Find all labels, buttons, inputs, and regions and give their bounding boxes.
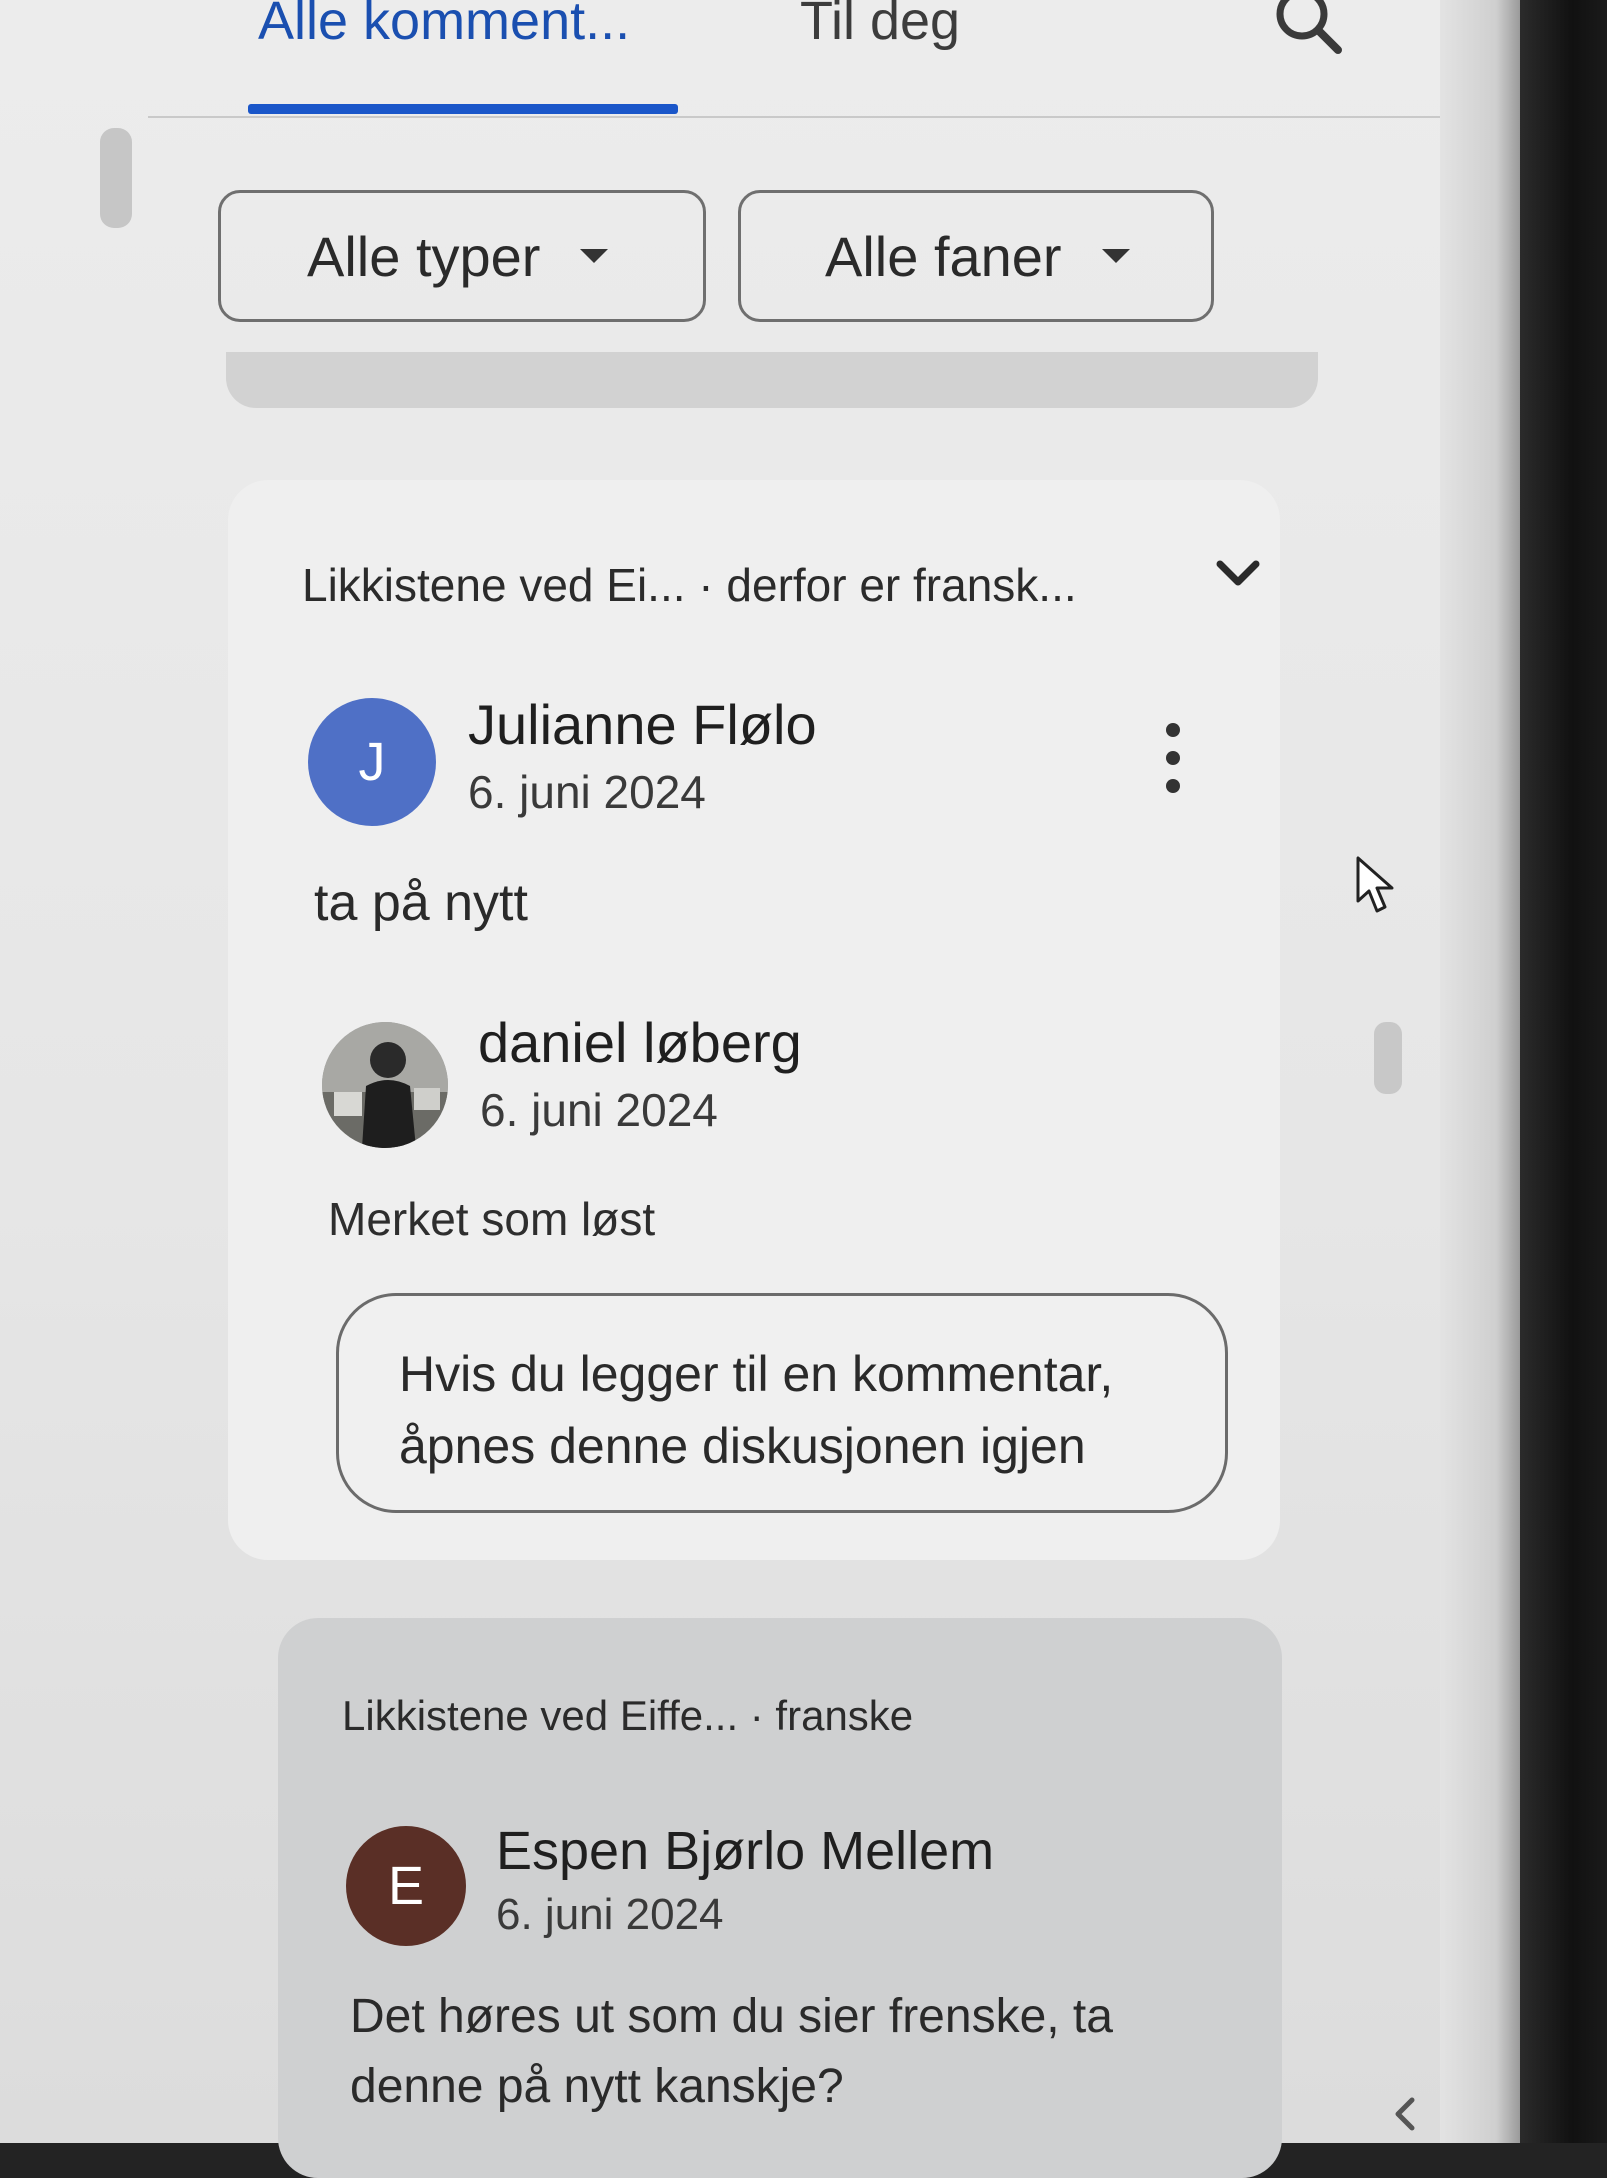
reply-placeholder-line2: åpnes denne diskusjonen igjen: [399, 1418, 1086, 1474]
comment-author: Espen Bjørlo Mellem: [496, 1821, 995, 1881]
comment-thread-card[interactable]: Likkistene ved Eiffe... · franske E Espe…: [278, 1618, 1282, 2178]
filter-tabs-dropdown[interactable]: Alle faner: [738, 190, 1214, 322]
comment-thread-card[interactable]: Likkistene ved Ei... · derfor er fransk.…: [228, 480, 1280, 1560]
tab-for-you[interactable]: Til deg: [800, 0, 960, 52]
panel-scroll-handle[interactable]: [100, 128, 132, 228]
comment-author: Julianne Flølo: [468, 693, 817, 756]
comment-text: Det høres ut som du sier frenske, ta den…: [350, 1982, 1250, 2122]
thread-title: Likkistene ved Eiffe... · franske: [342, 1692, 914, 1739]
comment-text-line2: denne på nytt kanskje?: [350, 2060, 844, 2113]
active-tab-indicator: [248, 104, 678, 114]
reply-placeholder-line1: Hvis du legger til en kommentar,: [399, 1346, 1114, 1402]
reply-input[interactable]: Hvis du legger til en kommentar, åpnes d…: [336, 1293, 1228, 1513]
avatar: E: [346, 1826, 466, 1946]
previous-card-edge: [226, 352, 1318, 408]
comment-date: 6. juni 2024: [480, 1084, 718, 1136]
search-icon[interactable]: [1268, 0, 1348, 60]
thread-title: Likkistene ved Ei... · derfor er fransk.…: [302, 559, 1077, 611]
chevron-left-icon[interactable]: [1382, 2090, 1430, 2138]
comment-date: 6. juni 2024: [468, 766, 706, 818]
cursor-icon: [1356, 856, 1394, 913]
avatar-initial: J: [358, 732, 386, 792]
profile-photo: [322, 1022, 448, 1148]
resolved-status: Merket som løst: [328, 1193, 656, 1245]
filter-types-label: Alle typer: [307, 224, 541, 288]
tab-all-comments[interactable]: Alle komment...: [258, 0, 630, 52]
device-bezel: [1520, 0, 1607, 2143]
comment-text-line1: Det høres ut som du sier frenske, ta: [350, 1990, 1113, 2043]
filter-tabs-label: Alle faner: [825, 224, 1062, 288]
filter-types-dropdown[interactable]: Alle typer: [218, 190, 706, 322]
caret-down-icon: [1101, 249, 1130, 263]
more-vert-icon[interactable]: [1158, 720, 1188, 800]
scrollbar-thumb[interactable]: [1374, 1022, 1402, 1094]
chevron-down-icon[interactable]: [1208, 550, 1268, 600]
screen-edge: [1440, 0, 1520, 2143]
avatar: [322, 1022, 448, 1148]
caret-down-icon: [580, 249, 609, 263]
comment-author: daniel løberg: [478, 1011, 802, 1074]
avatar: J: [308, 698, 436, 826]
comment-date: 6. juni 2024: [496, 1890, 724, 1939]
comments-panel: Alle komment... Til deg Alle typer Alle …: [0, 0, 1520, 2178]
comment-text: ta på nytt: [314, 874, 528, 932]
avatar-initial: E: [387, 1856, 425, 1916]
tabs-divider: [148, 116, 1453, 118]
